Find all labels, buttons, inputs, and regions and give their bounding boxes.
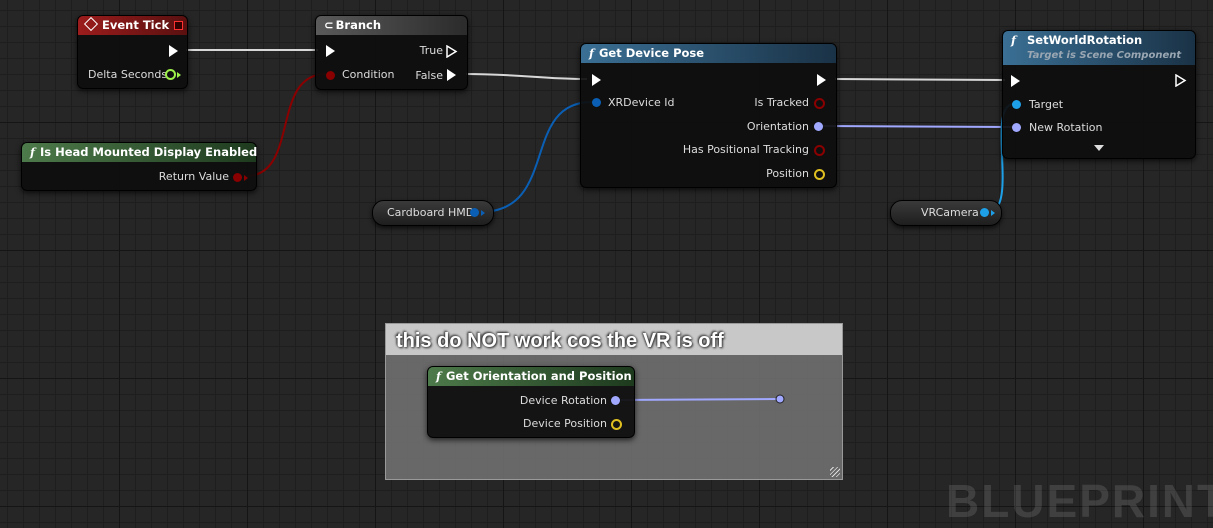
event-tick-title: Event Tick [102,18,170,32]
set-world-rotation-subtitle: Target is Scene Component [1027,50,1182,61]
device-position-label: Device Position [523,417,607,430]
get-device-pose-header[interactable]: f Get Device Pose [581,44,836,63]
delta-seconds-label: Delta Seconds [88,68,168,81]
exec-out-pin[interactable] [817,74,826,86]
new-rotation-pin[interactable] [1012,123,1021,132]
position-label: Position [766,167,809,180]
comment-title[interactable]: this do NOT work cos the VR is off [386,324,842,355]
delegate-pin-icon[interactable] [174,21,183,30]
expand-arrow-icon[interactable] [1094,145,1104,151]
branch-header[interactable]: ⊂ Branch [316,16,467,35]
is-hmd-enabled-title: Is Head Mounted Display Enabled [39,145,258,159]
pin-arrow-icon [481,210,485,216]
is-tracked-label: Is Tracked [754,96,809,109]
event-diamond-icon [83,16,99,32]
pin-arrow-icon [991,210,995,216]
exec-in-pin[interactable] [1011,75,1020,87]
xr-device-id-pin[interactable] [592,98,601,107]
has-positional-tracking-label: Has Positional Tracking [682,143,809,156]
new-rotation-label: New Rotation [1029,121,1103,134]
is-tracked-pin[interactable] [814,98,825,109]
branch-node[interactable]: ⊂ Branch True Condition False [315,15,468,90]
get-orientation-position-title: Get Orientation and Position [445,369,632,383]
get-device-pose-title: Get Device Pose [598,46,705,60]
vr-camera-node[interactable]: VRCamera [890,200,1002,226]
device-rotation-label: Device Rotation [519,394,607,407]
exec-out-pin[interactable] [1175,74,1187,87]
exec-in-pin[interactable] [326,45,335,57]
return-value-pin[interactable] [233,173,242,182]
return-value-label: Return Value [158,170,229,183]
cardboard-hmd-label: Cardboard HMD [387,206,475,219]
position-pin[interactable] [814,169,825,180]
pin-arrow-icon [177,72,181,78]
blueprint-watermark: BLUEPRINT [946,475,1213,527]
get-orientation-position-header[interactable]: f Get Orientation and Position [428,367,634,386]
vr-camera-label: VRCamera [921,206,979,219]
orientation-label: Orientation [746,120,809,133]
struct-wire-hmd-device [479,101,593,213]
has-positional-tracking-pin[interactable] [814,145,825,156]
exec-wire-branch-pose [465,73,588,80]
true-exec-pin[interactable] [446,45,458,58]
get-orientation-position-node[interactable]: f Get Orientation and Position Device Rot… [427,366,635,438]
vr-camera-pin[interactable] [980,208,989,217]
resize-handle-icon[interactable] [830,467,840,477]
is-hmd-enabled-node[interactable]: f Is Head Mounted Display Enabled Return … [21,142,257,191]
device-position-pin[interactable] [611,419,622,430]
xr-device-id-label: XRDevice Id [608,96,675,109]
exec-out-pin[interactable] [169,45,178,57]
event-tick-header[interactable]: Event Tick [78,16,187,35]
branch-title: Branch [335,18,382,32]
function-icon: f [589,46,594,60]
exec-wire-pose-rotation [834,78,1006,81]
false-exec-pin[interactable] [447,69,456,81]
event-tick-node[interactable]: Event Tick Delta Seconds [77,15,188,89]
get-device-pose-node[interactable]: f Get Device Pose XRDevice Id Is Tracked … [580,43,837,188]
rotator-wire-orientation [822,125,1013,128]
device-rotation-pin[interactable] [611,396,620,405]
bool-wire-hmd-condition [245,73,327,177]
condition-pin[interactable] [326,71,335,80]
true-label: True [419,44,443,57]
set-world-rotation-header[interactable]: f SetWorldRotation Target is Scene Compon… [1003,31,1195,65]
function-icon: f [30,145,35,159]
cardboard-hmd-node[interactable]: Cardboard HMD [372,200,494,226]
cardboard-hmd-pin[interactable] [470,208,479,217]
set-world-rotation-node[interactable]: f SetWorldRotation Target is Scene Compon… [1002,30,1196,159]
target-pin[interactable] [1012,100,1021,109]
target-label: Target [1029,98,1064,111]
delta-seconds-pin[interactable] [165,69,176,80]
exec-in-pin[interactable] [592,74,601,86]
condition-label: Condition [342,68,395,81]
false-label: False [415,69,443,82]
is-hmd-enabled-header[interactable]: f Is Head Mounted Display Enabled [22,143,258,162]
branch-icon: ⊂ [324,18,334,32]
function-icon: f [436,369,441,383]
pin-arrow-icon [244,175,248,181]
orientation-pin[interactable] [814,122,823,131]
function-icon: f [1011,33,1016,47]
